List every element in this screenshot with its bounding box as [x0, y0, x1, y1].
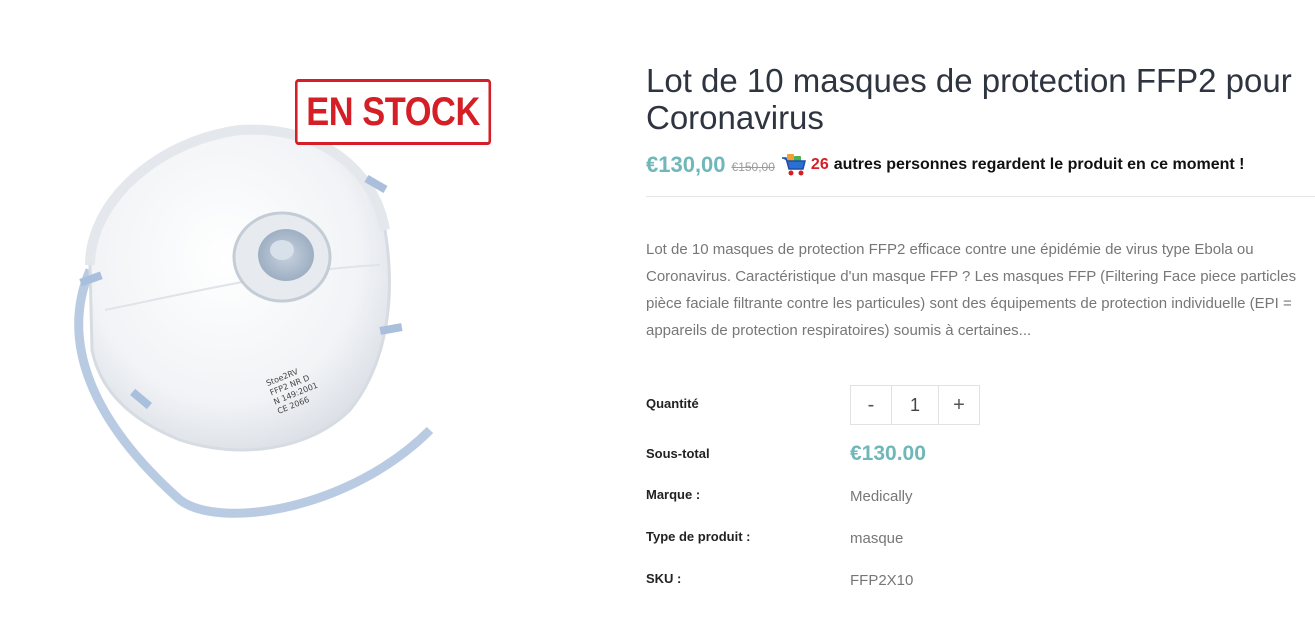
quantity-label: Quantité — [646, 396, 699, 411]
product-title-line: Coronavirus — [646, 99, 824, 136]
description-line: pièce faciale filtrante contre les parti… — [646, 295, 1292, 312]
shopping-cart-icon — [781, 153, 807, 177]
product-details: Lot de 10 masques de protection FFP2 pou… — [646, 62, 1315, 589]
subtotal-label: Sous-total — [646, 446, 710, 461]
subtotal-value: €130.00 — [850, 442, 926, 465]
watchers-count: 26 — [810, 156, 829, 173]
brand-label: Marque : — [646, 487, 701, 502]
quantity-increase-button[interactable]: + — [939, 386, 979, 424]
sku-label: SKU : — [646, 571, 682, 586]
description-line: Coronavirus. Caractéristique d'un masque… — [646, 268, 1297, 285]
description-line: appareils de protection respiratoires) s… — [646, 322, 1032, 339]
quantity-decrease-button[interactable]: - — [851, 386, 891, 424]
watchers-text: autres personnes regardent le produit en… — [833, 156, 1245, 173]
sku-value: FFP2X10 — [850, 572, 914, 589]
divider — [646, 196, 1315, 197]
quantity-input[interactable] — [891, 386, 939, 424]
in-stock-badge: EN STOCK — [295, 79, 492, 145]
product-type-value[interactable]: masque — [850, 530, 903, 547]
price-row: €130,00 €150,00 26 autres personnes rega… — [646, 150, 1315, 180]
product-description: Lot de 10 masques de protection FFP2 eff… — [646, 236, 1315, 344]
product-price: €130,00 — [646, 152, 726, 177]
product-type-label: Type de produit : — [646, 529, 751, 544]
brand-value[interactable]: Medically — [850, 488, 913, 505]
description-line: Lot de 10 masques de protection FFP2 eff… — [646, 241, 1254, 258]
quantity-stepper: - + — [850, 385, 980, 425]
product-title: Lot de 10 masques de protection FFP2 pou… — [646, 62, 1315, 136]
product-title-line: Lot de 10 masques de protection FFP2 pou… — [646, 62, 1292, 99]
product-old-price: €150,00 — [731, 159, 775, 174]
